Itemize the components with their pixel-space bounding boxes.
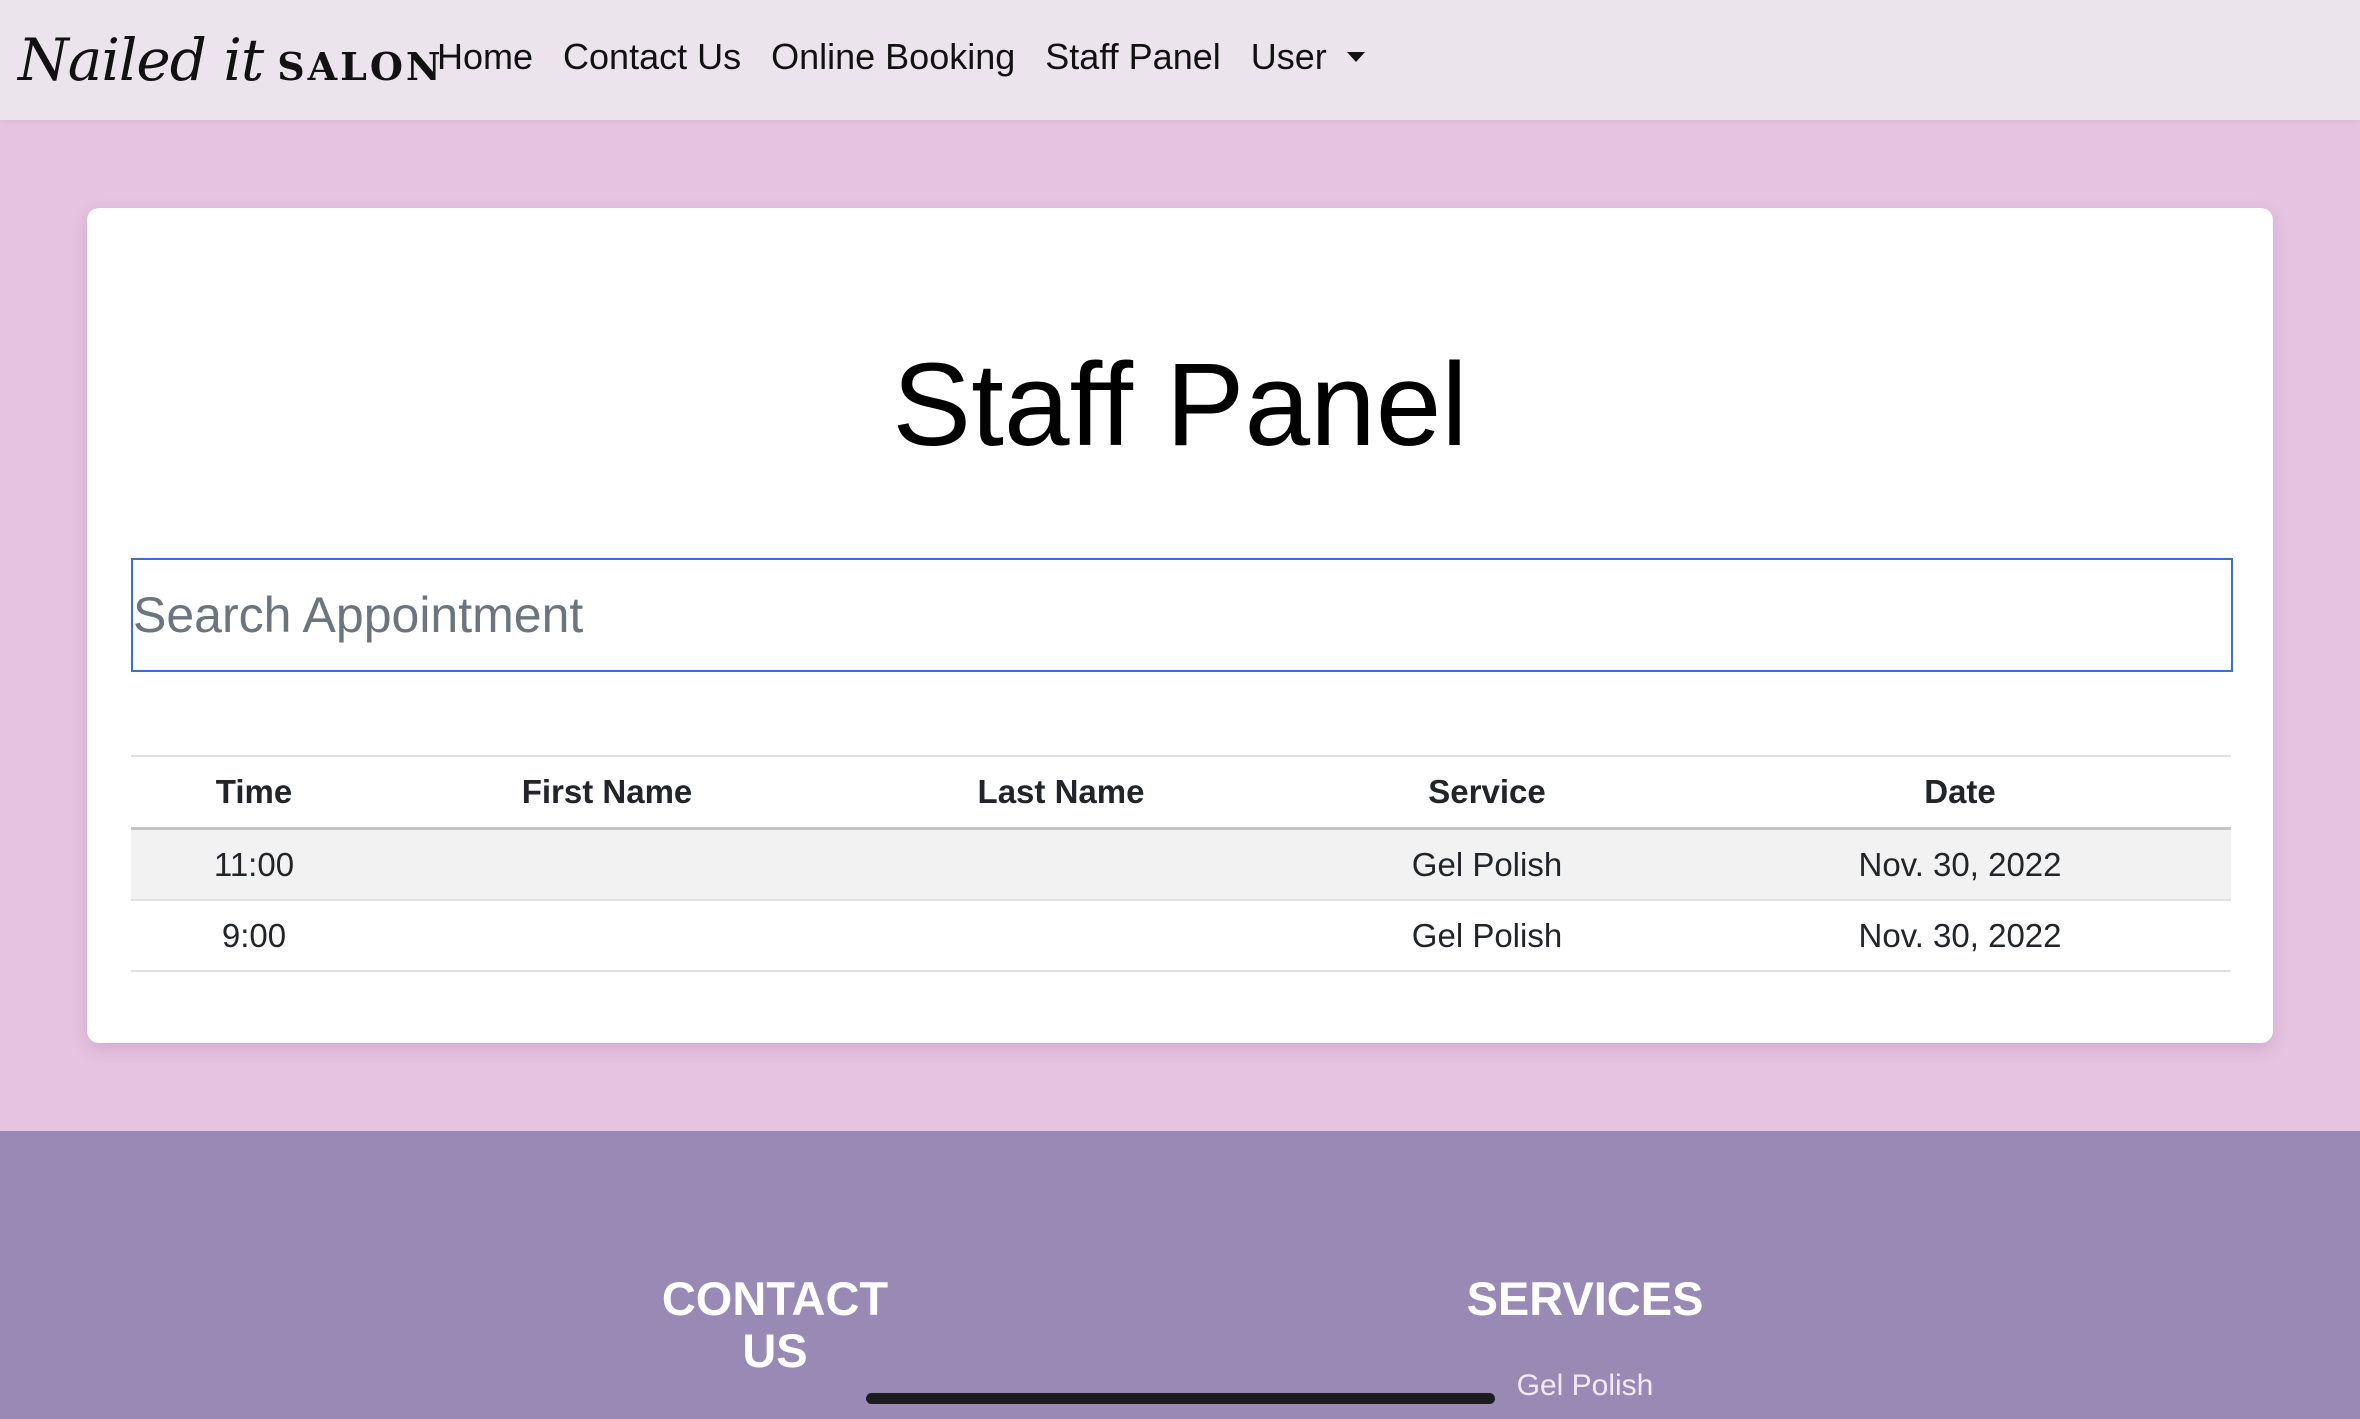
table-row[interactable]: 9:00 Gel Polish Nov. 30, 2022 [131, 900, 2231, 972]
brand-script-text: Nailed it [18, 26, 264, 94]
nav-links: Home Contact Us Online Booking Staff Pan… [422, 0, 1380, 114]
cell-last-name [837, 900, 1285, 972]
cell-first-name [377, 828, 837, 901]
search-appointment-input[interactable] [131, 558, 2233, 672]
header-service: Service [1285, 755, 1689, 830]
cell-time: 11:00 [131, 828, 377, 901]
cell-service: Gel Polish [1285, 900, 1689, 972]
nav-user-dropdown[interactable]: User [1236, 36, 1380, 78]
table-row[interactable]: 11:00 Gel Polish Nov. 30, 2022 [131, 828, 2231, 901]
appointments-table: Time First Name Last Name Service Date 1… [131, 755, 2231, 972]
nav-link-home[interactable]: Home [422, 36, 548, 78]
nav-user-label: User [1250, 36, 1327, 77]
brand-word-text: SALON [277, 44, 444, 89]
nav-link-contact-us[interactable]: Contact Us [548, 36, 756, 78]
header-last-name: Last Name [837, 755, 1285, 830]
nav-link-staff-panel[interactable]: Staff Panel [1030, 36, 1235, 78]
footer-contact-heading: CONTACT US [661, 1272, 889, 1377]
header-date: Date [1689, 755, 2231, 830]
header-first-name: First Name [377, 755, 837, 830]
nav-link-online-booking[interactable]: Online Booking [756, 36, 1030, 78]
header-time: Time [131, 755, 377, 830]
site-footer: CONTACT US SERVICES Gel Polish [0, 1131, 2360, 1419]
cell-date: Nov. 30, 2022 [1689, 900, 2231, 972]
cell-last-name [837, 828, 1285, 901]
cell-date: Nov. 30, 2022 [1689, 828, 2231, 901]
top-navbar: Nailed it SALON Home Contact Us Online B… [0, 0, 2360, 120]
brand-logo[interactable]: Nailed it SALON [18, 14, 444, 106]
home-indicator-bar [866, 1393, 1495, 1404]
cell-service: Gel Polish [1285, 828, 1689, 901]
caret-down-icon [1346, 52, 1365, 62]
page-title: Staff Panel [892, 339, 1468, 471]
cell-time: 9:00 [131, 900, 377, 972]
table-header-row: Time First Name Last Name Service Date [131, 755, 2231, 830]
cell-first-name [377, 900, 837, 972]
footer-services-heading: SERVICES [1466, 1272, 1704, 1325]
